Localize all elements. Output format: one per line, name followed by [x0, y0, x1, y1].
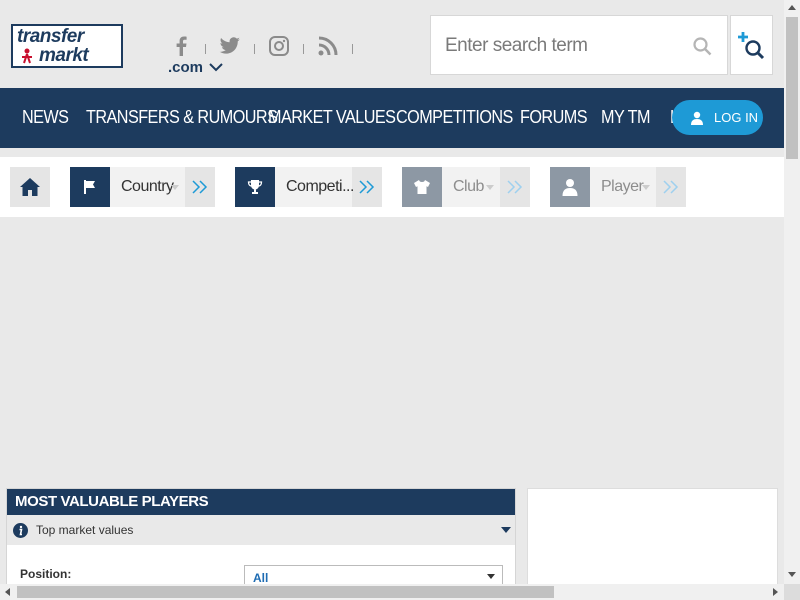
filter-club-go-button[interactable] — [500, 167, 530, 207]
filter-country-go-button[interactable] — [185, 167, 215, 207]
filter-player-go-button[interactable] — [656, 167, 686, 207]
filter-club-select[interactable]: Club — [442, 167, 500, 207]
nav-item-forums[interactable]: FORUMS — [520, 107, 588, 128]
filter-competition: Competi... — [235, 167, 382, 207]
mvp-subtitle: Top market values — [36, 523, 134, 537]
nav-item-transfers[interactable]: TRANSFERS & RUMOURS — [86, 107, 278, 128]
main-navigation: NEWS TRANSFERS & RUMOURS MARKET VALUES C… — [0, 88, 784, 148]
instagram-icon[interactable] — [268, 35, 290, 57]
filter-player-label: Player — [601, 178, 644, 195]
social-separator — [303, 44, 304, 54]
search-input[interactable] — [445, 32, 675, 60]
vertical-scroll-thumb[interactable] — [786, 17, 798, 159]
login-label: LOG IN — [714, 110, 759, 125]
nav-item-news[interactable]: NEWS — [22, 107, 69, 128]
filter-competition-go-button[interactable] — [352, 167, 382, 207]
mvp-subtitle-bar[interactable]: Top market values — [7, 515, 515, 545]
nav-item-competitions[interactable]: COMPETITIONS — [396, 107, 513, 128]
flag-icon — [70, 167, 110, 207]
scroll-left-icon[interactable] — [5, 588, 10, 596]
scroll-down-icon[interactable] — [788, 572, 796, 577]
domain-label: .com — [168, 59, 204, 76]
facebook-icon[interactable] — [170, 35, 192, 57]
logo-player-icon — [22, 48, 32, 64]
horizontal-scroll-thumb[interactable] — [17, 586, 554, 598]
filter-country-select[interactable]: Country — [110, 167, 185, 207]
filter-player-select[interactable]: Player — [590, 167, 656, 207]
advanced-search-icon — [738, 32, 765, 60]
mvp-title: MOST VALUABLE PLAYERS — [7, 489, 515, 515]
double-chevron-right-icon — [507, 180, 523, 194]
transfermarkt-logo[interactable]: transfer markt — [11, 24, 123, 68]
double-chevron-right-icon — [192, 180, 208, 194]
home-icon — [20, 178, 40, 196]
shirt-icon — [402, 167, 442, 207]
horizontal-scrollbar[interactable] — [0, 584, 784, 600]
scroll-right-icon[interactable] — [773, 588, 778, 596]
filter-competition-select[interactable]: Competi... — [275, 167, 354, 207]
filter-country-label: Country — [121, 178, 174, 195]
logo-line2: markt — [39, 45, 89, 66]
login-button[interactable]: LOG IN — [672, 100, 763, 135]
select-arrow-icon — [487, 574, 495, 579]
trophy-icon — [235, 167, 275, 207]
nav-item-market-values[interactable]: MARKET VALUES — [268, 107, 396, 128]
home-button[interactable] — [10, 167, 50, 207]
filter-country: Country — [70, 167, 215, 207]
quick-select-bar: Country Competi... Club Player — [0, 157, 784, 217]
twitter-icon[interactable] — [219, 35, 241, 57]
filter-competition-label: Competi... — [286, 178, 354, 195]
scroll-up-icon[interactable] — [788, 5, 796, 10]
chevron-down-icon — [209, 63, 223, 72]
rss-icon[interactable] — [317, 35, 339, 57]
position-select-value: All — [253, 571, 269, 585]
scrollbar-corner — [784, 584, 800, 600]
filter-player: Player — [550, 167, 686, 207]
social-separator — [352, 44, 353, 54]
nav-item-my-tm[interactable]: MY TM — [601, 107, 650, 128]
domain-selector[interactable]: .com — [168, 59, 223, 76]
search-icon[interactable] — [693, 37, 712, 56]
caret-down-icon — [486, 185, 494, 190]
filter-club: Club — [402, 167, 530, 207]
filter-club-label: Club — [453, 178, 484, 195]
caret-down-icon — [642, 185, 650, 190]
social-links — [170, 34, 366, 58]
double-chevron-right-icon — [359, 180, 375, 194]
person-icon — [550, 167, 590, 207]
user-icon — [691, 111, 703, 125]
search-box — [430, 15, 728, 75]
site-header: transfer markt .com — [0, 0, 784, 88]
double-chevron-right-icon — [663, 180, 679, 194]
caret-down-icon — [171, 185, 179, 190]
social-separator — [205, 44, 206, 54]
collapse-toggle-icon[interactable] — [501, 527, 511, 533]
vertical-scrollbar[interactable] — [784, 0, 800, 584]
social-separator — [254, 44, 255, 54]
info-icon — [13, 522, 28, 538]
advanced-search-button[interactable] — [730, 15, 773, 75]
position-label: Position: — [20, 567, 72, 581]
